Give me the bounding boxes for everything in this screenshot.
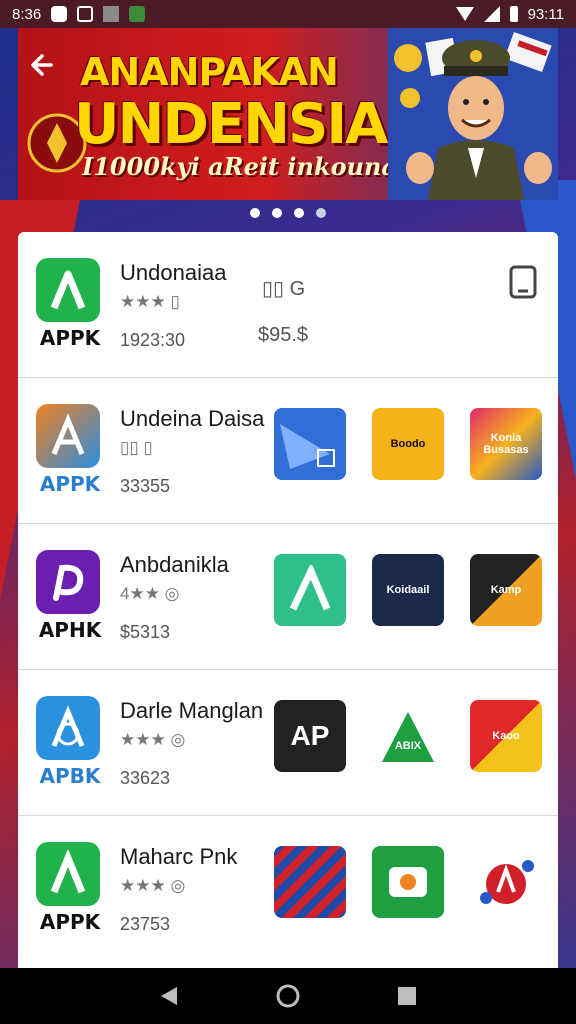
- banner-subtitle: I1000kyi aReit inkounan!: [82, 152, 426, 181]
- mascot-illustration: [388, 28, 558, 200]
- navigation-bar: [0, 968, 576, 1024]
- app-count: 1923:30: [120, 330, 186, 350]
- app-name: Maharc Pnk: [120, 844, 238, 869]
- app-icon: [36, 842, 100, 906]
- app-list: APPK Undonaiaa ★★★ ▯ 1923:30 ▯▯ G $95.$ …: [18, 232, 558, 968]
- signal-icon: [483, 6, 500, 22]
- carousel-dot[interactable]: [294, 208, 304, 218]
- app-price: $95.$: [258, 324, 309, 346]
- circle-home-icon: [276, 984, 300, 1008]
- status-right-time: 93:11: [527, 5, 564, 23]
- featured-app-tile[interactable]: ABIX: [372, 700, 444, 772]
- list-item[interactable]: APPK Undeina Daisa ▯▯ ▯ 33355 Boodo Koni…: [18, 378, 558, 524]
- app-rating: ★★★ ▯: [120, 292, 180, 311]
- back-button[interactable]: [28, 52, 58, 82]
- tile-label: Koidaail: [386, 584, 430, 596]
- app-count: 33623: [120, 768, 171, 788]
- featured-app-tile[interactable]: AP: [274, 700, 346, 772]
- carousel-dot[interactable]: [272, 208, 282, 218]
- app-rating: ★★★ ◎: [120, 876, 186, 895]
- tile-label: Kaoo: [492, 730, 520, 742]
- tile-label: Boodo: [390, 438, 426, 450]
- app-count: $5313: [120, 622, 171, 642]
- featured-app-tile[interactable]: Konia Busasas: [470, 408, 542, 480]
- app-name: Undeina Daisa: [120, 406, 265, 431]
- tile-label: AP: [290, 720, 330, 751]
- triangle-back-icon: [161, 987, 178, 1005]
- device-icon[interactable]: [508, 264, 538, 300]
- apk-label: APPK: [39, 472, 101, 496]
- featured-app-tile[interactable]: Koidaail: [372, 554, 444, 626]
- square-recents-icon: [397, 987, 416, 1005]
- app-icon: [36, 258, 100, 322]
- tile-label: Kamp: [490, 584, 522, 596]
- tile-label: Konia Busasas: [483, 432, 529, 456]
- app-icon: [36, 550, 100, 614]
- wifi-icon: [455, 7, 474, 21]
- inbox-icon: [103, 6, 120, 22]
- app-count: 23753: [120, 914, 171, 934]
- carousel-dot[interactable]: [250, 208, 260, 218]
- featured-app-tile[interactable]: [372, 846, 444, 918]
- featured-app-tile[interactable]: [274, 408, 346, 480]
- apk-label: APPK: [39, 910, 101, 934]
- app-name: Anbdanikla: [120, 552, 229, 577]
- promo-banner[interactable]: ANANPAKAN UNDENSIA I1000kyi aReit inkoun…: [18, 28, 558, 200]
- carousel-indicator: [0, 208, 576, 218]
- featured-app-tile[interactable]: [470, 846, 542, 918]
- app-rating: ▯▯ ▯: [120, 438, 153, 457]
- featured-app-tile[interactable]: Boodo: [372, 408, 444, 480]
- list-item[interactable]: APHK Anbdanikla 4★★ ◎ $5313 Koidaail Kam…: [18, 524, 558, 670]
- app-rating: 4★★ ◎: [120, 584, 180, 603]
- status-bar: 8:36 93:11: [0, 0, 576, 28]
- featured-app-tile[interactable]: [274, 846, 346, 918]
- app-count: 33355: [120, 476, 171, 496]
- featured-app-tile[interactable]: Kamp: [470, 554, 542, 626]
- square-app-icon: [77, 6, 94, 22]
- apk-label: APPK: [39, 326, 101, 350]
- list-item[interactable]: APPK Maharc Pnk ★★★ ◎ 23753: [18, 816, 558, 962]
- app-name: Darle Manglan: [120, 698, 264, 723]
- app-icon: [36, 696, 100, 760]
- status-time: 8:36: [12, 5, 42, 23]
- banner-title-line1: ANANPAKAN: [80, 50, 339, 94]
- nav-home-button[interactable]: [276, 984, 300, 1008]
- list-item[interactable]: APBK Darle Manglan ★★★ ◎ 33623 AP ABIX K…: [18, 670, 558, 816]
- apk-label: APHK: [38, 618, 102, 642]
- nav-recents-button[interactable]: [395, 984, 419, 1008]
- list-item[interactable]: APPK Undonaiaa ★★★ ▯ 1923:30 ▯▯ G $95.$: [18, 232, 558, 378]
- carousel-dot[interactable]: [316, 208, 326, 218]
- app-rating: ★★★ ◎: [120, 730, 186, 749]
- shield-icon: [129, 6, 146, 22]
- apk-label: APBK: [39, 764, 101, 788]
- notification-icon: [51, 6, 68, 22]
- featured-app-tile[interactable]: [274, 554, 346, 626]
- nav-back-button[interactable]: [157, 984, 181, 1008]
- app-icon: [36, 404, 100, 468]
- app-size: ▯▯ G: [262, 278, 306, 300]
- featured-app-tile[interactable]: Kaoo: [470, 700, 542, 772]
- banner-title-line2: UNDENSIA: [74, 92, 388, 157]
- battery-icon: [509, 6, 518, 22]
- tile-label: ABIX: [394, 740, 422, 752]
- arrow-left-icon: [31, 54, 53, 76]
- app-name: Undonaiaa: [120, 260, 227, 285]
